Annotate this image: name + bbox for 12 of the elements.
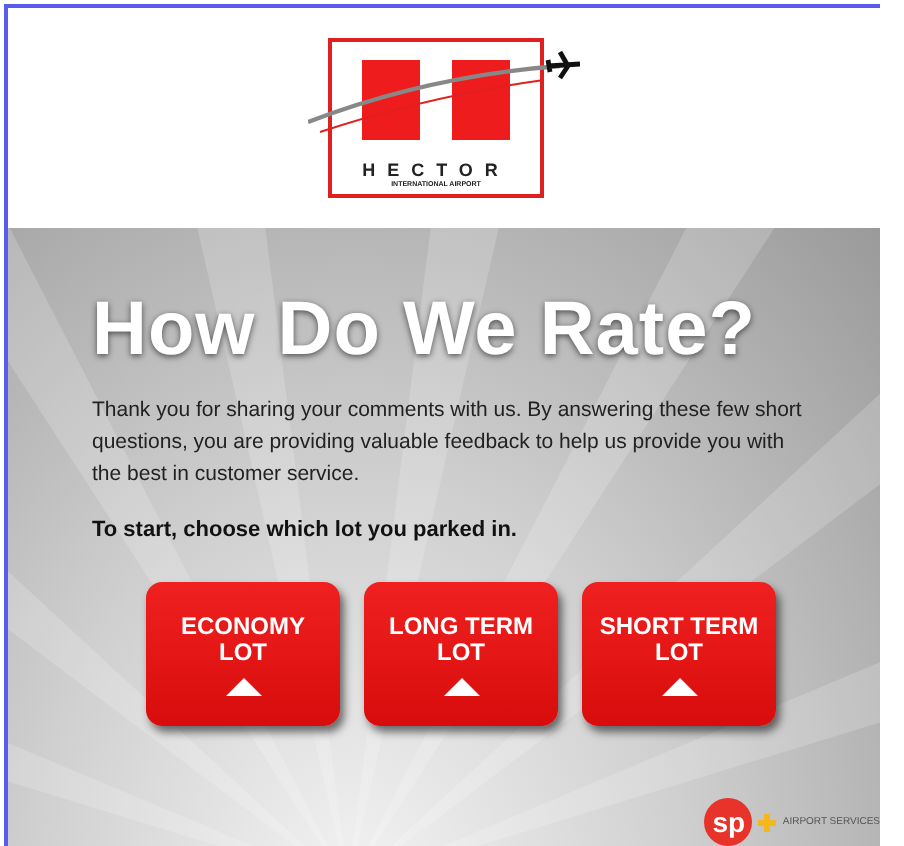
logo-name: HECTOR xyxy=(362,161,510,180)
lot-button[interactable]: ECONOMY LOT xyxy=(146,582,340,726)
page-title: How Do We Rate? xyxy=(92,288,758,374)
triangle-icon xyxy=(225,677,261,695)
triangle-icon xyxy=(443,677,479,695)
sp-logo: sp xyxy=(704,798,753,846)
triangle-icon xyxy=(661,677,697,695)
prompt-text: To start, choose which lot you parked in. xyxy=(92,518,519,542)
lot-button[interactable]: LONG TERM LOT xyxy=(364,582,558,726)
intro-text: Thank you for sharing your comments with us. By answering these few short questions, you are providing valuable feedback to help us provide you with the best in customer service. xyxy=(92,396,804,490)
plus-icon xyxy=(758,813,777,831)
lot-button[interactable]: SHORT TERM LOT xyxy=(582,582,776,726)
